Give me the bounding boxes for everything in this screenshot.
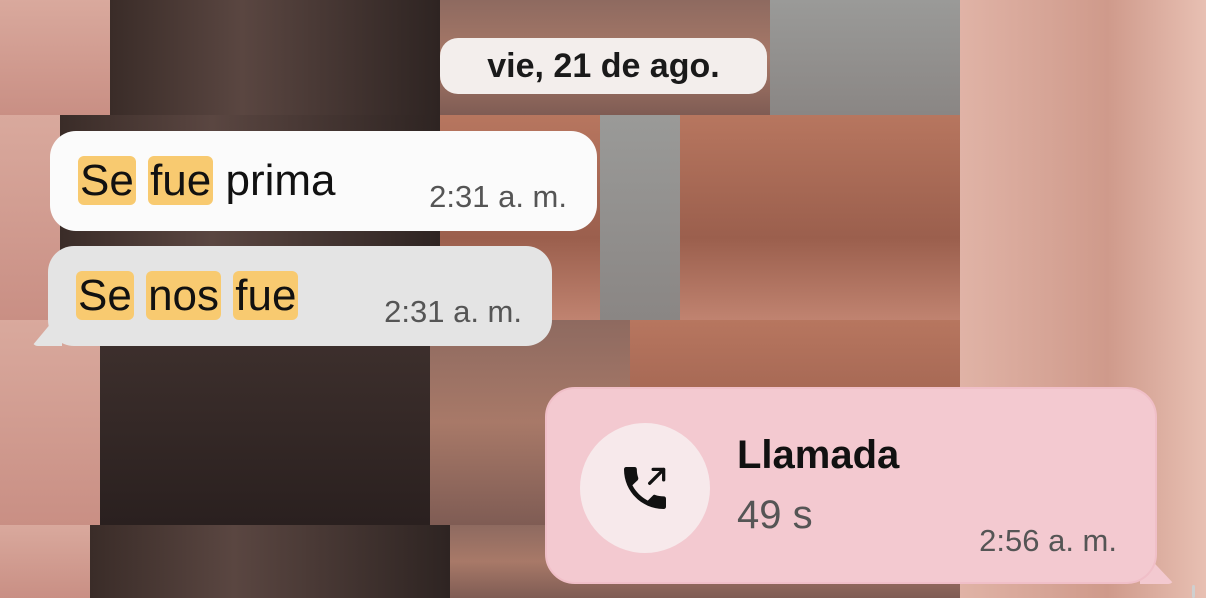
message-timestamp: 2:56 a. m. [979,523,1117,558]
highlighted-word: fue [233,271,299,320]
outgoing-call-icon [624,467,666,509]
call-duration: 49 s [737,493,813,537]
incoming-message-bubble[interactable]: Se nos fue 2:31 a. m. [48,246,552,346]
highlighted-word: fue [148,156,214,205]
outgoing-call-bubble[interactable]: Llamada 49 s 2:56 a. m. [545,387,1157,584]
highlighted-word: Se [76,271,134,320]
message-word: prima [225,156,336,205]
call-icon-circle[interactable] [580,423,710,553]
highlighted-word: Se [78,156,136,205]
message-text: Se nos fue [76,266,299,326]
highlighted-word: nos [146,271,222,320]
date-separator-label: vie, 21 de ago. [487,46,720,85]
message-timestamp: 2:31 a. m. [384,294,522,329]
date-separator: vie, 21 de ago. [440,38,767,94]
message-timestamp: 2:31 a. m. [429,179,567,214]
call-title: Llamada [737,433,900,477]
scroll-indicator[interactable] [1192,585,1195,598]
incoming-message-bubble[interactable]: Se fue prima 2:31 a. m. [50,131,597,231]
message-text: Se fue prima [78,151,336,211]
